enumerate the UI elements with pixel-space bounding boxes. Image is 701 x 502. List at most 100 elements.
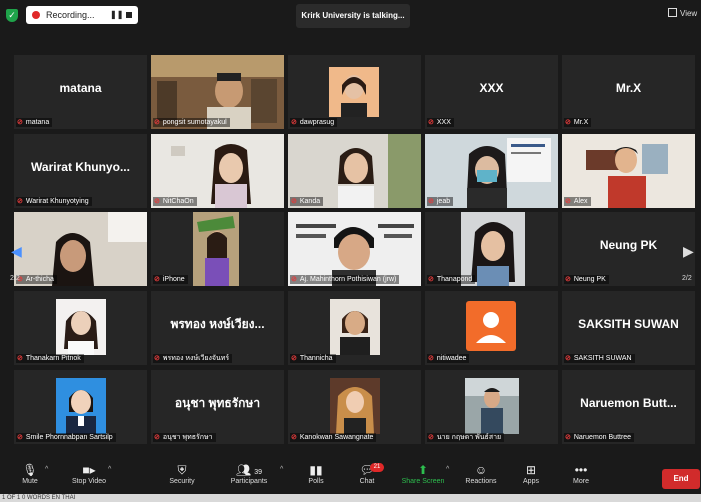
participant-name-label: ⊘ Thanapond bbox=[427, 275, 476, 284]
participant-tile-active-speaker[interactable]: ⊘ Aj. Mahinthorn Pothisiwan (jrw) bbox=[288, 212, 421, 286]
recording-dot-icon bbox=[32, 11, 40, 19]
participant-name-label: ⊘ Kanokwan Sawangnate bbox=[290, 433, 377, 442]
chat-unread-badge: 21 bbox=[370, 463, 384, 472]
participant-tile[interactable]: ⊘ Thanakarn Pitnok bbox=[14, 291, 147, 365]
participant-tile[interactable]: ⊘ Thanapond bbox=[425, 212, 558, 286]
participant-photo bbox=[329, 67, 379, 117]
apps-label: Apps bbox=[523, 478, 539, 485]
mic-off-icon: ⊘ bbox=[428, 434, 434, 441]
participants-button[interactable]: 👥︎ 39 Participants bbox=[226, 462, 272, 485]
mic-off-icon: ⊘ bbox=[17, 119, 23, 126]
participant-tile[interactable]: ⊘ iPhone bbox=[151, 212, 284, 286]
mic-off-icon: ⊘ bbox=[291, 276, 297, 283]
participant-name-label: ⊘ iPhone bbox=[153, 275, 188, 284]
stop-video-button[interactable]: ■▸ Stop Video bbox=[66, 462, 112, 485]
participant-name-label: ⊘ jeab bbox=[427, 197, 454, 206]
participant-tile[interactable]: SAKSITH SUWAN ⊘ SAKSITH SUWAN bbox=[562, 291, 695, 365]
end-meeting-button[interactable]: End bbox=[662, 469, 700, 489]
active-speaker-banner: Krirk University is talking... bbox=[296, 4, 410, 28]
participant-name-label: ⊘ Alex bbox=[564, 197, 591, 206]
recording-label: Recording... bbox=[46, 10, 95, 20]
mic-off-icon: ⊘ bbox=[428, 198, 434, 205]
participants-icon: 👥︎ 39 bbox=[235, 463, 263, 477]
mute-button[interactable]: 🎙︎ Mute bbox=[16, 462, 44, 485]
mic-off-icon: ⊘ bbox=[565, 355, 571, 362]
stop-video-label: Stop Video bbox=[71, 478, 107, 485]
mic-off-icon: ⊘ bbox=[428, 119, 434, 126]
participant-name-label: ⊘ Warirat Khunyotying bbox=[16, 197, 92, 206]
security-button[interactable]: ⛨ Security bbox=[166, 462, 198, 485]
participant-tile[interactable]: ⊘ dawprasug bbox=[288, 55, 421, 129]
participant-display-name: matana bbox=[59, 81, 102, 95]
participant-tile[interactable]: Mr.X ⊘ Mr.X bbox=[562, 55, 695, 129]
participant-tile[interactable]: XXX ⊘ XXX bbox=[425, 55, 558, 129]
participant-display-name: Naruemon Butt... bbox=[580, 396, 677, 410]
microphone-icon: 🎙︎ bbox=[22, 463, 38, 477]
mic-off-icon: ⊘ bbox=[154, 355, 160, 362]
bar-chart-icon: ▮▮ bbox=[309, 463, 323, 477]
participant-display-name: อนุชา พุทธรักษา bbox=[174, 395, 261, 410]
participant-name-label: ⊘ pongsit sumotayakul bbox=[153, 118, 230, 127]
participant-tile[interactable]: ⊘ Alex bbox=[562, 134, 695, 208]
chat-label: Chat bbox=[359, 478, 375, 485]
mic-off-icon: ⊘ bbox=[565, 276, 571, 283]
previous-page-button[interactable]: ◀ 2/2 bbox=[6, 229, 28, 287]
status-bar-text: 1 OF 1 0 WORDS EN THAI bbox=[2, 495, 76, 501]
polls-button[interactable]: ▮▮ Polls bbox=[304, 462, 328, 485]
participant-display-name: Mr.X bbox=[615, 81, 642, 95]
more-label: More bbox=[573, 478, 589, 485]
mic-off-icon: ⊘ bbox=[154, 198, 160, 205]
mic-off-icon: ⊘ bbox=[17, 434, 23, 441]
more-dots-icon: ••• bbox=[574, 463, 588, 477]
default-avatar-icon bbox=[466, 301, 516, 351]
participant-tile[interactable]: ⊘ Ar-thicha bbox=[14, 212, 147, 286]
share-screen-button[interactable]: ⬆ Share Screen bbox=[398, 462, 448, 485]
participant-tile[interactable]: อนุชา พุทธรักษา ⊘ อนุชา พุทธรักษา bbox=[151, 370, 284, 444]
mic-off-icon: ⊘ bbox=[17, 355, 23, 362]
participant-name-label: ⊘ nitiwadee bbox=[427, 354, 470, 363]
view-button[interactable]: View bbox=[668, 8, 697, 18]
participant-tile[interactable]: Warirat Khunyo... ⊘ Warirat Khunyotying bbox=[14, 134, 147, 208]
participant-tile[interactable]: Neung PK ⊘ Neung PK bbox=[562, 212, 695, 286]
mic-off-icon: ⊘ bbox=[291, 434, 297, 441]
participants-options-caret-icon[interactable]: ^ bbox=[280, 466, 283, 473]
participant-tile[interactable]: ⊘ nitiwadee bbox=[425, 291, 558, 365]
share-options-caret-icon[interactable]: ^ bbox=[446, 466, 449, 473]
top-bar: ✓ Recording... ❚❚ Krirk University is ta… bbox=[0, 0, 701, 34]
participant-tile[interactable]: ⊘ Kanokwan Sawangnate bbox=[288, 370, 421, 444]
apps-icon: ⊞ bbox=[525, 463, 537, 477]
participant-tile[interactable]: พรทอง หงษ์เวียง... ⊘ พรทอง หงษ์เวียงจันทร… bbox=[151, 291, 284, 365]
view-label: View bbox=[680, 9, 698, 18]
reactions-button[interactable]: ☺ Reactions bbox=[464, 462, 498, 485]
mute-label: Mute bbox=[22, 478, 38, 485]
mic-off-icon: ⊘ bbox=[291, 119, 297, 126]
pause-recording-icon[interactable]: ❚❚ bbox=[110, 6, 123, 24]
security-shield-icon[interactable]: ✓ bbox=[6, 9, 18, 22]
mic-off-icon: ⊘ bbox=[154, 434, 160, 441]
participant-tile[interactable]: ⊘ Smile Phornnabpan Sartsilp bbox=[14, 370, 147, 444]
apps-button[interactable]: ⊞ Apps bbox=[520, 462, 542, 485]
participant-tile[interactable]: matana ⊘ matana bbox=[14, 55, 147, 129]
page-indicator-right: 2/2 bbox=[682, 275, 692, 282]
participant-tile[interactable]: ⊘ Kanda bbox=[288, 134, 421, 208]
mute-options-caret-icon[interactable]: ^ bbox=[45, 466, 48, 473]
more-button[interactable]: ••• More bbox=[570, 462, 592, 485]
participant-tile[interactable]: ⊘ Thannicha bbox=[288, 291, 421, 365]
participant-photo bbox=[465, 378, 519, 434]
participant-tile[interactable]: ⊘ NitChaOn bbox=[151, 134, 284, 208]
participant-display-name: พรทอง หงษ์เวียง... bbox=[170, 316, 265, 331]
participant-name-label: ⊘ Thanakarn Pitnok bbox=[16, 354, 84, 363]
share-screen-icon: ⬆ bbox=[417, 463, 429, 477]
polls-label: Polls bbox=[308, 478, 324, 485]
participant-tile[interactable]: ⊘ jeab bbox=[425, 134, 558, 208]
participant-tile[interactable]: ⊘ pongsit sumotayakul bbox=[151, 55, 284, 129]
stop-recording-icon[interactable] bbox=[126, 12, 132, 18]
participant-name-label: ⊘ matana bbox=[16, 118, 53, 127]
participant-name-label: ⊘ Aj. Mahinthorn Pothisiwan (jrw) bbox=[290, 275, 400, 284]
participant-tile[interactable]: ⊘ นาย กฤษดา พันธ์สาย bbox=[425, 370, 558, 444]
participant-tile[interactable]: Naruemon Butt... ⊘ Naruemon Buttree bbox=[562, 370, 695, 444]
next-page-button[interactable]: ▶ 2/2 bbox=[678, 229, 700, 287]
video-options-caret-icon[interactable]: ^ bbox=[108, 466, 111, 473]
participant-name-label: ⊘ อนุชา พุทธรักษา bbox=[153, 433, 216, 442]
participant-name-label: ⊘ Kanda bbox=[290, 197, 324, 206]
